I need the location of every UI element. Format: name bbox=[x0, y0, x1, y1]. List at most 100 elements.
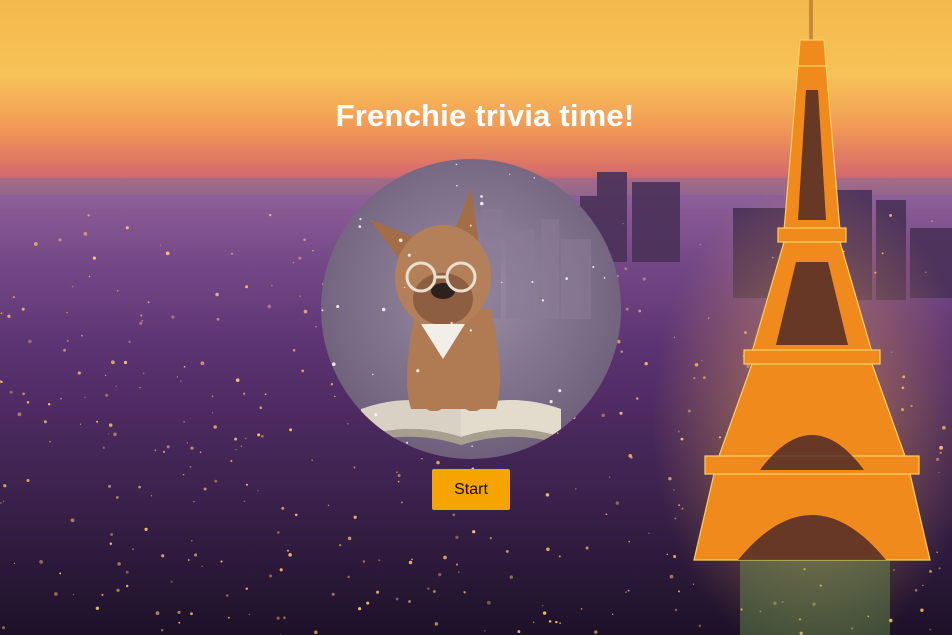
city-light bbox=[220, 560, 223, 563]
city-light bbox=[230, 459, 233, 462]
city-light bbox=[455, 535, 459, 540]
city-light bbox=[378, 559, 381, 562]
city-light bbox=[159, 244, 162, 247]
city-light bbox=[128, 340, 131, 343]
sparkle bbox=[509, 173, 511, 175]
city-light bbox=[194, 553, 198, 557]
city-light bbox=[532, 621, 535, 624]
city-light bbox=[243, 500, 246, 503]
city-light bbox=[408, 560, 413, 565]
city-light bbox=[334, 395, 336, 398]
city-light bbox=[125, 584, 129, 588]
city-light bbox=[95, 606, 100, 611]
sparkle bbox=[558, 389, 562, 393]
city-light bbox=[312, 250, 314, 252]
city-light bbox=[201, 565, 203, 568]
city-light bbox=[395, 597, 399, 601]
city-light bbox=[400, 501, 403, 504]
city-light bbox=[283, 616, 286, 620]
city-light bbox=[611, 613, 614, 616]
city-light bbox=[339, 543, 342, 547]
city-light bbox=[303, 238, 306, 241]
city-light bbox=[411, 558, 413, 561]
city-light bbox=[347, 423, 349, 425]
city-light bbox=[211, 395, 214, 398]
city-light bbox=[286, 549, 290, 552]
city-light bbox=[397, 480, 400, 483]
sparkle bbox=[531, 280, 534, 284]
city-light bbox=[279, 568, 283, 572]
city-light bbox=[267, 304, 272, 309]
city-light bbox=[298, 256, 302, 260]
city-light bbox=[199, 451, 202, 453]
city-light bbox=[66, 311, 68, 314]
city-light bbox=[211, 412, 214, 414]
sparkle bbox=[603, 277, 606, 279]
city-light bbox=[938, 567, 941, 570]
city-light bbox=[190, 446, 194, 450]
city-light bbox=[142, 372, 145, 375]
city-light bbox=[438, 572, 442, 577]
city-light bbox=[292, 349, 296, 352]
city-light bbox=[235, 378, 240, 383]
city-light bbox=[43, 420, 47, 424]
city-light bbox=[642, 277, 646, 281]
city-light bbox=[463, 591, 466, 594]
city-light bbox=[139, 386, 141, 389]
start-button[interactable]: Start bbox=[432, 469, 510, 510]
city-light bbox=[625, 307, 629, 311]
city-light bbox=[101, 593, 104, 596]
city-light bbox=[347, 575, 350, 579]
city-light bbox=[546, 547, 550, 552]
city-light bbox=[177, 610, 181, 614]
city-light bbox=[484, 630, 486, 632]
city-light bbox=[575, 488, 577, 490]
sparkle bbox=[332, 362, 336, 366]
city-light bbox=[22, 392, 25, 396]
sparkle bbox=[533, 177, 536, 179]
city-light bbox=[115, 385, 117, 387]
city-light bbox=[931, 220, 933, 222]
city-light bbox=[17, 412, 22, 417]
city-light bbox=[624, 267, 628, 271]
city-light bbox=[235, 448, 237, 451]
city-light bbox=[21, 307, 25, 311]
city-light bbox=[216, 317, 220, 321]
city-light bbox=[421, 458, 423, 460]
city-light bbox=[434, 622, 439, 626]
city-light bbox=[213, 425, 217, 429]
city-light bbox=[542, 605, 544, 607]
sparkle bbox=[480, 201, 484, 206]
city-light bbox=[699, 243, 702, 246]
city-light bbox=[225, 594, 229, 597]
city-light bbox=[183, 365, 186, 368]
city-light bbox=[353, 466, 356, 469]
sparkle bbox=[321, 309, 324, 312]
city-light bbox=[191, 540, 193, 542]
city-light bbox=[619, 411, 623, 415]
city-light bbox=[630, 456, 633, 459]
city-light bbox=[457, 571, 460, 573]
city-light bbox=[585, 546, 589, 550]
city-light bbox=[605, 513, 608, 516]
city-light bbox=[558, 555, 561, 558]
city-light bbox=[230, 252, 234, 255]
city-light bbox=[183, 421, 185, 423]
city-light bbox=[257, 490, 259, 492]
city-light bbox=[178, 621, 181, 624]
city-light bbox=[443, 555, 447, 560]
city-light bbox=[104, 374, 107, 377]
city-light bbox=[123, 360, 128, 365]
city-light bbox=[269, 213, 272, 217]
city-light bbox=[580, 608, 583, 610]
sparkle bbox=[358, 225, 362, 228]
city-light bbox=[625, 591, 627, 593]
city-light bbox=[108, 484, 111, 488]
city-light bbox=[96, 420, 99, 423]
city-light bbox=[615, 501, 620, 505]
city-light bbox=[644, 362, 648, 366]
sparkle bbox=[404, 286, 406, 289]
city-light bbox=[125, 570, 129, 574]
city-light bbox=[555, 620, 558, 624]
sparkle bbox=[501, 281, 503, 284]
